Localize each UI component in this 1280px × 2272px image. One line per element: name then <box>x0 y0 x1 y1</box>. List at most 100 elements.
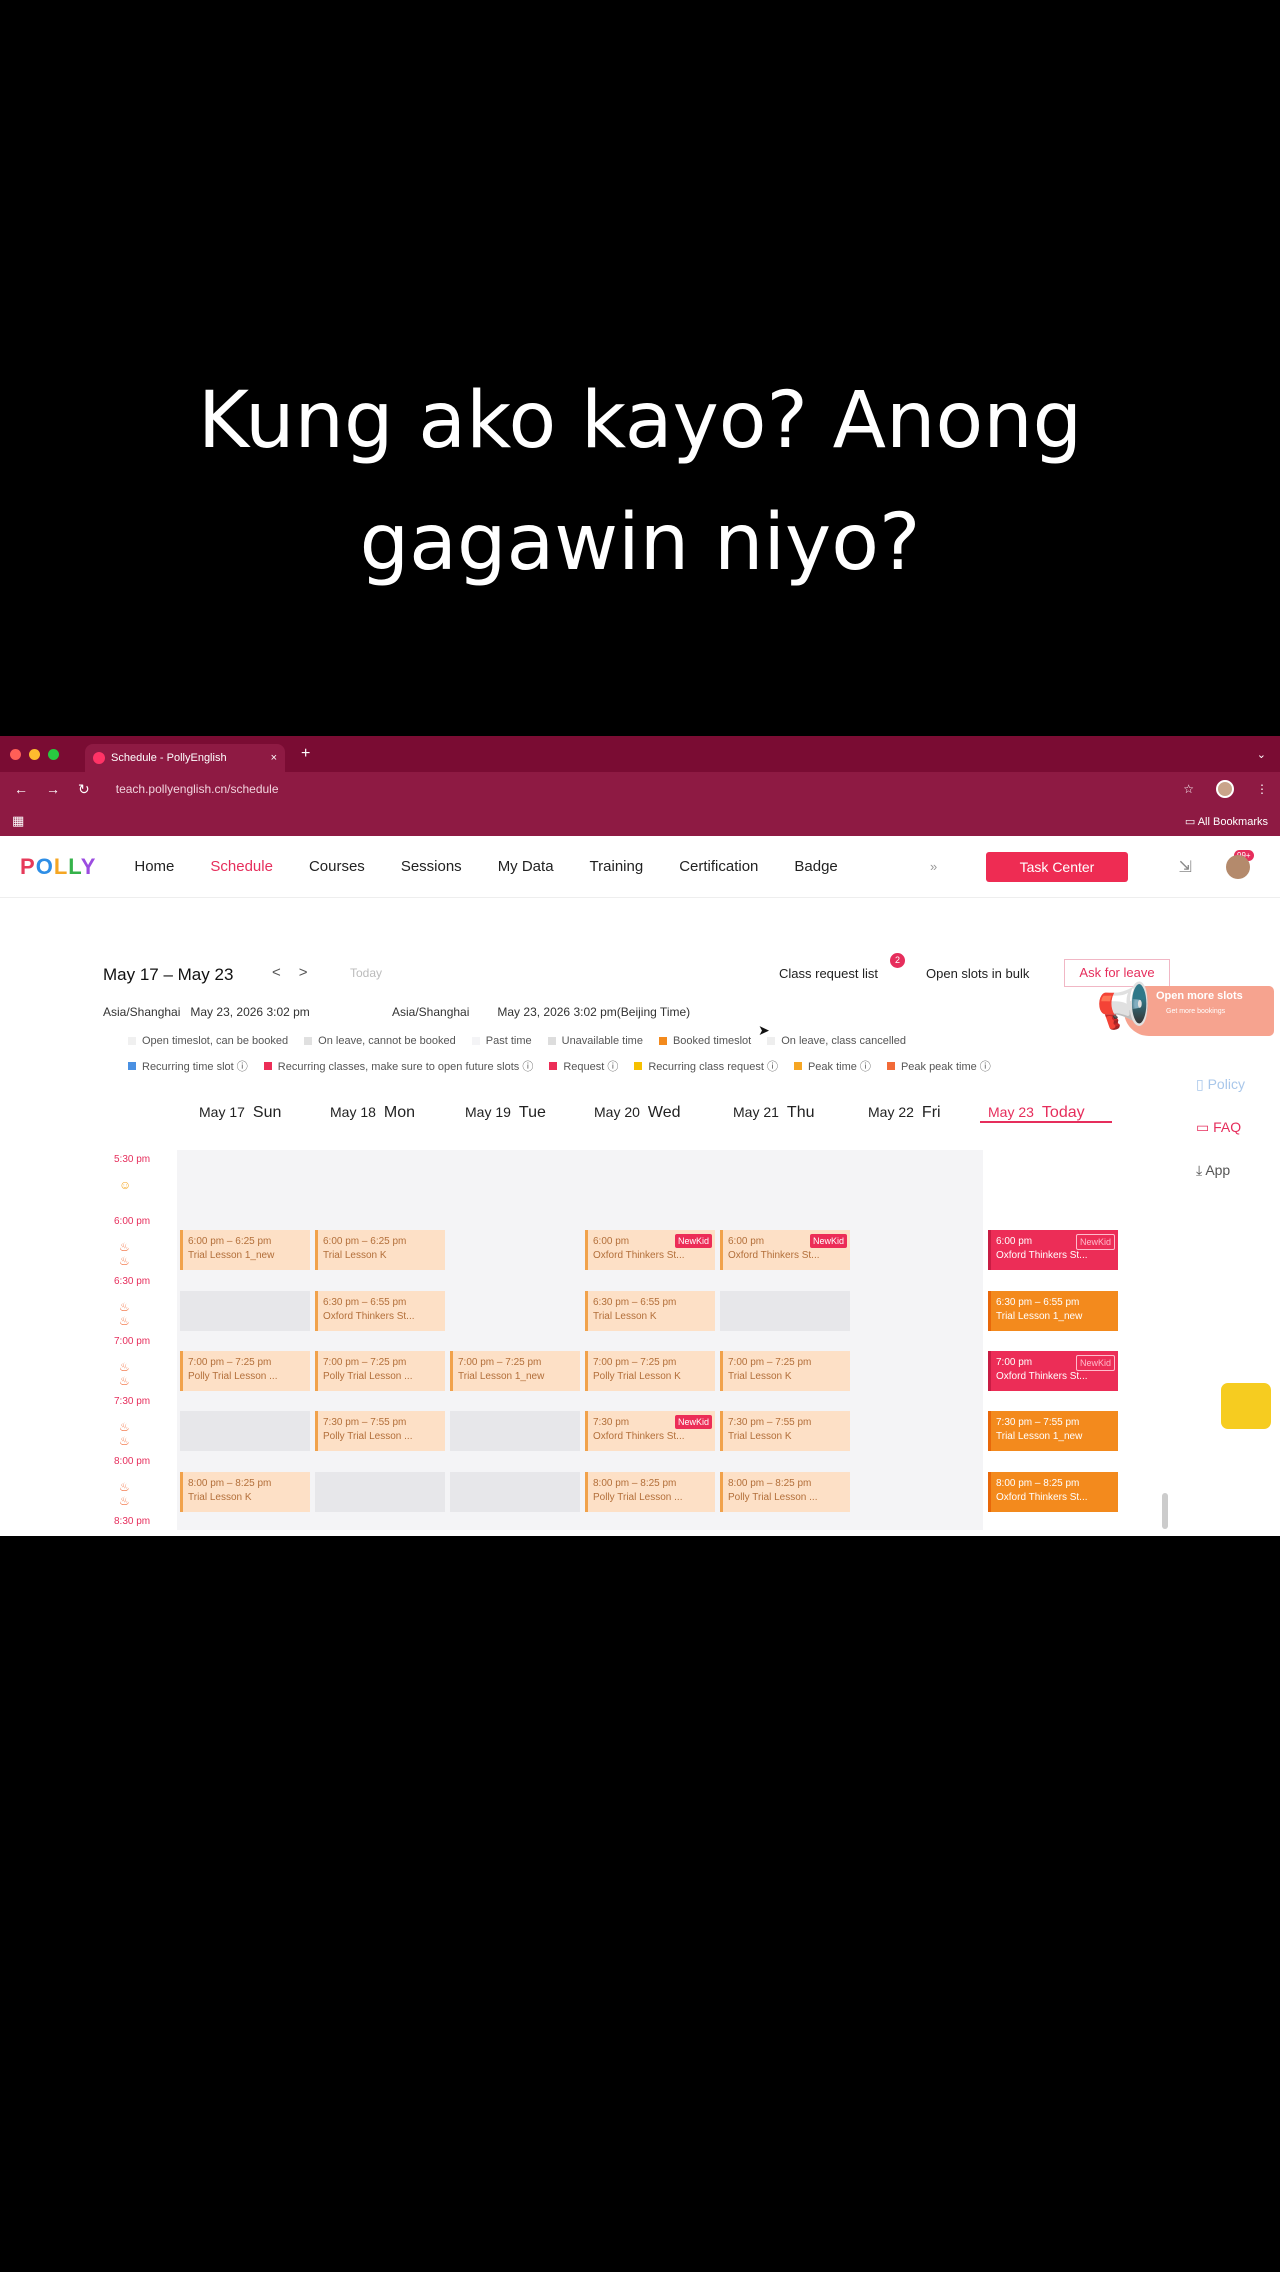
tab-close-icon[interactable]: × <box>271 752 277 764</box>
site-header: POLLY Home Schedule Courses Sessions My … <box>0 836 1280 898</box>
unavailable-slot <box>450 1411 580 1451</box>
task-center-button[interactable]: Task Center <box>986 852 1128 882</box>
today-button[interactable]: Today <box>350 966 382 980</box>
reload-icon[interactable]: ↻ <box>78 781 90 798</box>
profile-avatar[interactable] <box>1216 780 1234 798</box>
booked-class-slot[interactable]: 7:30 pm Oxford Thinkers St... NewKid <box>585 1411 715 1451</box>
forward-icon[interactable]: → <box>46 781 60 798</box>
booked-class-slot[interactable]: 7:00 pm – 7:25 pm Trial Lesson 1_new <box>450 1351 580 1391</box>
nav-badge[interactable]: Badge <box>794 858 837 875</box>
class-time: 8:00 pm – 8:25 pm <box>188 1478 272 1489</box>
back-icon[interactable]: ← <box>14 781 28 798</box>
booked-class-slot[interactable]: 7:30 pm – 7:55 pm Trial Lesson 1_new <box>988 1411 1118 1451</box>
legend-swatch-icon <box>471 1037 480 1045</box>
booked-class-slot[interactable]: 6:30 pm – 6:55 pm Trial Lesson 1_new <box>988 1291 1118 1331</box>
day-header-fri: May 22 Fri <box>868 1104 941 1121</box>
peak-peak-time-icon: ♨♨ <box>119 1300 130 1328</box>
scrollbar[interactable] <box>1162 1493 1168 1529</box>
policy-link[interactable]: ▯ Policy <box>1196 1076 1245 1093</box>
open-more-slots-promo[interactable]: 📢 Open more slots Get more bookings <box>1096 976 1274 1042</box>
class-name: Oxford Thinkers St... <box>996 1492 1088 1503</box>
next-week-button[interactable]: > <box>299 964 326 981</box>
class-name: Trial Lesson K <box>188 1492 252 1503</box>
booked-class-slot[interactable]: 6:30 pm – 6:55 pm Oxford Thinkers St... <box>315 1291 445 1331</box>
class-name: Oxford Thinkers St... <box>323 1311 415 1322</box>
legend-label: Booked timeslot <box>672 1035 752 1047</box>
bookmarks-bar: ▦ ▭ All Bookmarks <box>0 806 1280 836</box>
apps-grid-icon[interactable]: ▦ <box>12 813 24 829</box>
exit-icon[interactable]: ⇲ <box>1179 857 1192 877</box>
nav-courses[interactable]: Courses <box>309 858 365 875</box>
class-time: 8:00 pm – 8:25 pm <box>728 1478 812 1489</box>
chat-support-icon[interactable] <box>1218 1380 1274 1432</box>
nav-home[interactable]: Home <box>134 858 174 875</box>
booked-class-slot[interactable]: 6:00 pm Oxford Thinkers St... NewKid <box>585 1230 715 1270</box>
class-time: 7:30 pm – 7:55 pm <box>323 1417 407 1428</box>
booked-class-slot[interactable]: 6:30 pm – 6:55 pm Trial Lesson K <box>585 1291 715 1331</box>
status-legend-item: Past time <box>471 1035 532 1047</box>
booked-class-slot[interactable]: 7:30 pm – 7:55 pm Polly Trial Lesson ... <box>315 1411 445 1451</box>
booked-class-slot[interactable]: 6:00 pm Oxford Thinkers St... NewKid <box>988 1230 1118 1270</box>
nav-training[interactable]: Training <box>590 858 644 875</box>
open-slots-bulk-button[interactable]: Open slots in bulk <box>926 966 1029 981</box>
booked-class-slot[interactable]: 8:00 pm – 8:25 pm Polly Trial Lesson ... <box>585 1472 715 1512</box>
class-name: Oxford Thinkers St... <box>593 1431 685 1442</box>
bookmark-star-icon[interactable]: ☆ <box>1183 782 1194 796</box>
user-avatar[interactable] <box>1226 854 1250 879</box>
nav-sessions[interactable]: Sessions <box>401 858 462 875</box>
time-label: 8:30 pm <box>114 1516 151 1527</box>
unavailable-slot <box>720 1291 850 1331</box>
legend-swatch-icon <box>547 1037 556 1045</box>
class-name: Polly Trial Lesson ... <box>188 1371 278 1382</box>
time-label: 7:30 pm <box>114 1396 151 1407</box>
class-time: 7:00 pm – 7:25 pm <box>728 1357 812 1368</box>
beijing-timezone[interactable]: Asia/Shanghai May 23, 2026 3:02 pm(Beijin… <box>392 1005 718 1019</box>
browser-tab[interactable]: Schedule - PollyEnglish × <box>85 744 285 772</box>
class-name: Trial Lesson 1_new <box>458 1371 545 1382</box>
browser-menu-icon[interactable]: ⋮ <box>1256 782 1268 796</box>
polly-logo[interactable]: POLLY <box>20 854 96 880</box>
nav-my-data[interactable]: My Data <box>498 858 554 875</box>
booked-class-slot[interactable]: 7:30 pm – 7:55 pm Trial Lesson K <box>720 1411 850 1451</box>
main-nav: Home Schedule Courses Sessions My Data T… <box>134 858 837 875</box>
booked-class-slot[interactable]: 8:00 pm – 8:25 pm Trial Lesson K <box>180 1472 310 1512</box>
app-download-link[interactable]: ⤓ App <box>1196 1162 1245 1179</box>
class-name: Oxford Thinkers St... <box>593 1250 685 1261</box>
booked-class-slot[interactable]: 7:00 pm – 7:25 pm Polly Trial Lesson K <box>585 1351 715 1391</box>
legend-swatch-icon <box>304 1037 313 1045</box>
booked-class-slot[interactable]: 6:00 pm – 6:25 pm Trial Lesson K <box>315 1230 445 1270</box>
booked-class-slot[interactable]: 6:00 pm Oxford Thinkers St... NewKid <box>720 1230 850 1270</box>
booked-class-slot[interactable]: 8:00 pm – 8:25 pm Polly Trial Lesson ... <box>720 1472 850 1512</box>
class-request-list-button[interactable]: Class request list <box>779 966 878 981</box>
new-tab-button[interactable]: + <box>301 745 310 763</box>
all-bookmarks[interactable]: ▭ All Bookmarks <box>1185 815 1268 828</box>
peak-peak-time-icon: ♨♨ <box>119 1480 130 1508</box>
tab-search-chevron-icon[interactable]: ⌄ <box>1257 748 1266 761</box>
address-input[interactable]: teach.pollyenglish.cn/schedule <box>116 782 279 796</box>
favicon-icon <box>93 752 105 764</box>
close-window-button[interactable] <box>10 748 21 760</box>
booked-class-slot[interactable]: 7:00 pm – 7:25 pm Polly Trial Lesson ... <box>315 1351 445 1391</box>
time-label: 5:30 pm <box>114 1154 151 1165</box>
zoom-window-button[interactable] <box>48 748 59 760</box>
booked-class-slot[interactable]: 8:00 pm – 8:25 pm Oxford Thinkers St... <box>988 1472 1118 1512</box>
booked-class-slot[interactable]: 7:00 pm – 7:25 pm Trial Lesson K <box>720 1351 850 1391</box>
marker-legend-item: Peak peak time ⓘ <box>886 1058 991 1074</box>
class-name: Trial Lesson 1_new <box>996 1431 1083 1442</box>
nav-more-icon[interactable]: » <box>930 859 937 874</box>
minimize-window-button[interactable] <box>29 748 40 760</box>
class-request-badge: 2 <box>890 953 905 968</box>
nav-certification[interactable]: Certification <box>679 858 758 875</box>
booked-class-slot[interactable]: 7:00 pm Oxford Thinkers St... NewKid <box>988 1351 1118 1391</box>
nav-schedule[interactable]: Schedule <box>210 858 273 875</box>
legend-swatch-icon <box>128 1037 136 1045</box>
booked-class-slot[interactable]: 7:00 pm – 7:25 pm Polly Trial Lesson ... <box>180 1351 310 1391</box>
class-time: 6:30 pm – 6:55 pm <box>323 1297 407 1308</box>
week-range: May 17 – May 23 <box>103 965 234 984</box>
booked-class-slot[interactable]: 6:00 pm – 6:25 pm Trial Lesson 1_new <box>180 1230 310 1270</box>
prev-week-button[interactable]: < <box>272 964 299 981</box>
tab-title: Schedule - PollyEnglish <box>111 752 227 764</box>
browser-tab-bar: Schedule - PollyEnglish × + ⌄ <box>0 736 1280 772</box>
promo-title: Open more slots <box>1156 990 1243 1002</box>
day-header-tue: May 19 Tue <box>465 1104 546 1121</box>
